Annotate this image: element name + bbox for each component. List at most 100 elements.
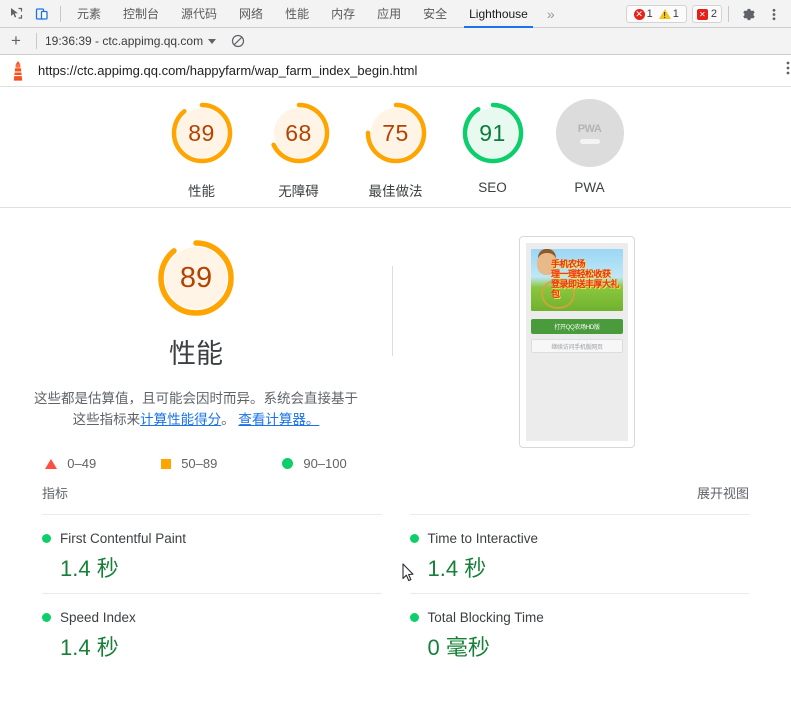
tab-console[interactable]: 控制台 (112, 0, 170, 28)
expand-view-toggle[interactable]: 展开视图 (697, 483, 749, 502)
banner-text: 手机农场 理一理轻松收获 登录即送丰厚大礼包 (551, 259, 623, 299)
hero-score: 89 (179, 261, 213, 294)
gauge-label: 最佳做法 (368, 184, 423, 199)
tab-sources[interactable]: 源代码 (170, 0, 228, 28)
gauge-label: 无障碍 (278, 184, 319, 199)
warning-icon (658, 9, 671, 20)
banner-line-1: 手机农场 (551, 259, 586, 269)
devtools-toolbar: 元素 控制台 源代码 网络 性能 内存 应用 安全 Lighthouse » ✕… (0, 0, 791, 28)
device-toolbar-icon[interactable] (29, 1, 55, 27)
tab-label: 安全 (423, 7, 448, 21)
violation-icon: ✕ (696, 8, 708, 20)
metric-row: Time to Interactive (409, 531, 750, 546)
more-options-icon[interactable] (761, 1, 787, 27)
gauge-score: 75 (382, 119, 409, 146)
status-dot-icon (42, 534, 51, 543)
hero-vertical-divider (392, 266, 393, 356)
category-score-strip: 89 性能 68 无障碍 75 最佳做法 91 SEO PWA PWA (0, 87, 791, 208)
tab-performance[interactable]: 性能 (274, 0, 320, 28)
pwa-inner-label: PWA (577, 122, 602, 135)
gauge-pwa[interactable]: PWA PWA (555, 99, 624, 195)
legend-fail: 0–49 (45, 456, 96, 471)
gauge-seo[interactable]: 91 SEO (459, 99, 527, 195)
metric-first-contentful-paint[interactable]: First Contentful Paint 1.4 秒 (42, 514, 382, 593)
tab-elements[interactable]: 元素 (66, 0, 112, 28)
lighthouse-logo-icon (8, 60, 28, 82)
square-icon (161, 458, 172, 469)
status-dot-icon (409, 613, 419, 622)
chevron-down-icon (208, 38, 217, 44)
tab-label: Lighthouse (469, 6, 528, 21)
clear-all-icon[interactable] (226, 29, 250, 53)
page-url[interactable]: https://ctc.appimg.qq.com/happyfarm/wap_… (38, 63, 417, 78)
status-dot-icon (409, 534, 419, 543)
settings-gear-icon[interactable] (735, 1, 761, 27)
gauge-accessibility[interactable]: 68 无障碍 (265, 99, 333, 200)
score-calculation-link[interactable]: 计算性能得分 (140, 412, 221, 427)
issues-badge-group[interactable]: ✕ 1 1 (625, 5, 687, 23)
error-count: 1 (646, 8, 653, 20)
run-bar-divider (36, 33, 37, 49)
lighthouse-run-bar: + 19:36:39 - ctc.appimg.qq.com (0, 28, 791, 55)
metric-name: Speed Index (60, 610, 136, 625)
violation-count: 2 (710, 8, 717, 20)
report-selector[interactable]: 19:36:39 - ctc.appimg.qq.com (45, 34, 217, 48)
gauge-label: 性能 (188, 184, 215, 199)
gauge-score: 68 (285, 119, 312, 146)
metrics-header-row: 指标 展开视图 (42, 483, 749, 514)
hero-left-column: 89 性能 这些都是估算值，且可能会因时而异。系统会直接基于这些指标来计算性能得… (0, 236, 392, 483)
gauge-label: SEO (478, 180, 507, 195)
legend-pass: 90–100 (282, 456, 347, 471)
metric-total-blocking-time[interactable]: Total Blocking Time 0 毫秒 (409, 593, 749, 672)
mouse-cursor (402, 563, 415, 588)
legend-range: 50–89 (181, 456, 218, 471)
inspect-element-icon[interactable] (3, 1, 29, 27)
status-dot-icon (42, 613, 51, 622)
gauge-label: PWA (574, 180, 605, 195)
tab-label: 控制台 (123, 7, 160, 21)
tab-network[interactable]: 网络 (228, 0, 274, 28)
screenshot-secondary-button: 继续访问手机版网页 (531, 339, 623, 353)
gauge-best-practices[interactable]: 75 最佳做法 (362, 99, 430, 200)
screenshot-content: 手机农场 理一理轻松收获 登录即送丰厚大礼包 打开QQ农场HD版 继续访问手机版… (526, 243, 628, 441)
triangle-icon (45, 458, 58, 469)
hero-title: 性能 (169, 339, 223, 369)
legend-range: 0–49 (67, 456, 97, 471)
metric-value: 1.4 秒 (60, 635, 119, 660)
violations-badge[interactable]: ✕ 2 (691, 5, 722, 23)
gauge-ring: 75 (362, 99, 430, 167)
metrics-title: 指标 (42, 486, 69, 501)
metric-row: First Contentful Paint (42, 531, 382, 546)
toolbar-divider (728, 6, 729, 22)
gauge-score: 89 (188, 119, 215, 146)
metric-name: Total Blocking Time (427, 610, 544, 625)
hero-description: 这些都是估算值，且可能会因时而异。系统会直接基于这些指标来计算性能得分。 查看计… (31, 388, 361, 430)
metric-speed-index[interactable]: Speed Index 1.4 秒 (42, 593, 382, 672)
banner-line-2: 理一理轻松收获 (551, 269, 611, 279)
gauge-performance[interactable]: 89 性能 (168, 99, 236, 200)
screenshot-primary-button: 打开QQ农场HD版 (531, 319, 623, 334)
more-options-icon[interactable] (786, 60, 790, 81)
gauge-ring: 91 (459, 99, 527, 167)
metrics-grid: First Contentful Paint 1.4 秒 Time to Int… (42, 514, 749, 672)
legend-average: 50–89 (161, 456, 217, 471)
tab-label: 内存 (331, 7, 356, 21)
metrics-section: 指标 展开视图 First Contentful Paint 1.4 秒 Tim… (0, 483, 791, 672)
view-calculator-link[interactable]: 查看计算器。 (238, 412, 319, 427)
metric-value: 1.4 秒 (427, 556, 487, 581)
tab-lighthouse[interactable]: Lighthouse (458, 0, 539, 28)
error-badge[interactable]: ✕ 1 (631, 8, 656, 20)
metric-time-to-interactive[interactable]: Time to Interactive 1.4 秒 (409, 514, 750, 593)
final-screenshot: 手机农场 理一理轻松收获 登录即送丰厚大礼包 打开QQ农场HD版 继续访问手机版… (519, 236, 635, 448)
devtools-tab-bar: 元素 控制台 源代码 网络 性能 内存 应用 安全 Lighthouse » (66, 0, 563, 28)
tab-memory[interactable]: 内存 (320, 0, 366, 28)
score-legend: 0–49 50–89 90–100 (45, 456, 347, 471)
new-audit-button[interactable]: + (4, 29, 28, 53)
hero-gauge: 89 (154, 236, 238, 320)
tab-security[interactable]: 安全 (412, 0, 458, 28)
tab-application[interactable]: 应用 (366, 0, 412, 28)
tabs-overflow-icon[interactable]: » (539, 0, 563, 28)
circle-icon (282, 458, 294, 469)
warning-badge[interactable]: 1 (656, 8, 682, 20)
metric-value: 0 毫秒 (427, 635, 490, 660)
